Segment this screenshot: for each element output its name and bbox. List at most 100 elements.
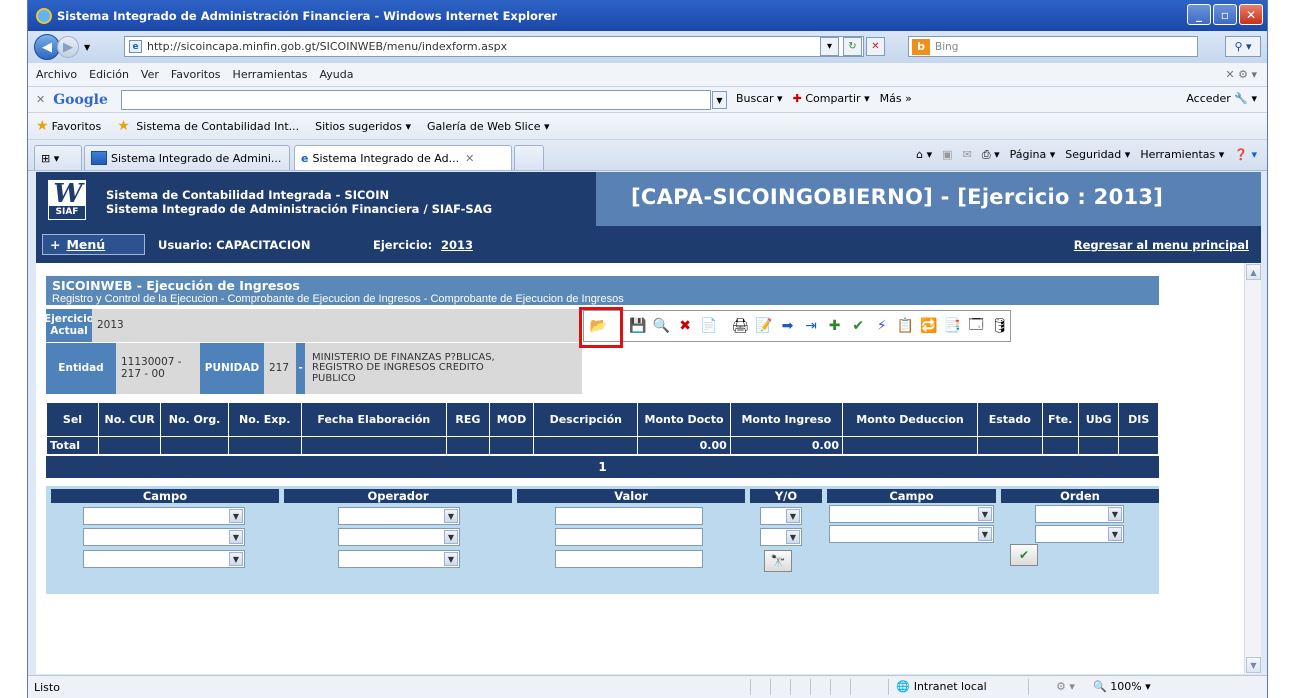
- search-button[interactable]: ⚲ ▾: [1225, 36, 1261, 57]
- zoom-level: 100%: [1110, 680, 1142, 693]
- campo2-select-2[interactable]: ▼: [829, 525, 994, 543]
- menubar-tools-icon[interactable]: ✕ ⚙ ▾: [1225, 68, 1257, 81]
- edit-icon[interactable]: 📝: [754, 315, 775, 337]
- delete-icon[interactable]: ✖: [675, 315, 696, 337]
- yo-select-1[interactable]: ▼: [760, 507, 802, 525]
- menu-archivo[interactable]: Archivo: [36, 68, 77, 81]
- app-menu-row: + Menú Usuario: CAPACITACION Ejercicio: …: [36, 226, 1261, 263]
- acceder-button[interactable]: Acceder 🔧 ▾: [1186, 92, 1257, 105]
- buscar-button[interactable]: Buscar ▾: [736, 92, 783, 105]
- fav-sitios-sugeridos[interactable]: Sitios sugeridos ▾: [315, 120, 411, 133]
- save-icon[interactable]: 💾: [628, 315, 649, 337]
- zoom-control[interactable]: 🔍 100% ▾: [1093, 680, 1151, 693]
- fav-galeria-web-slice[interactable]: Galería de Web Slice ▾: [427, 120, 550, 133]
- chevron-down-icon: ▼: [978, 527, 992, 541]
- tab-ie-icon: e: [301, 151, 309, 165]
- refresh-icon[interactable]: ↻: [843, 37, 862, 56]
- chevron-down-icon: ▼: [786, 509, 800, 523]
- menu-ver[interactable]: Ver: [141, 68, 159, 81]
- favorites-button[interactable]: ★ Favoritos: [36, 118, 101, 134]
- menu-ayuda[interactable]: Ayuda: [319, 68, 353, 81]
- campo-select-2[interactable]: ▼: [83, 528, 245, 546]
- col-fte: Fte.: [1041, 402, 1079, 437]
- security-zone[interactable]: 🌐 Intranet local: [896, 680, 987, 693]
- scroll-up-icon[interactable]: ▲: [1246, 264, 1261, 280]
- valor-input-3[interactable]: [555, 550, 703, 568]
- add-row-icon[interactable]: ✚: [824, 315, 845, 337]
- col-ubg: UbG: [1077, 402, 1120, 437]
- search-zoom-icon[interactable]: 🔍: [651, 315, 672, 337]
- scroll-down-icon[interactable]: ▼: [1246, 657, 1261, 673]
- url-dropdown-icon[interactable]: ▾: [820, 37, 839, 56]
- pagina-menu[interactable]: Página ▾: [1010, 148, 1056, 162]
- valor-input-1[interactable]: [555, 507, 703, 525]
- ejercicio-link[interactable]: 2013: [441, 238, 473, 252]
- status-separator: [810, 679, 811, 695]
- fav-sistema-label: Sistema de Contabilidad Int...: [136, 120, 300, 133]
- campo-select-3[interactable]: ▼: [83, 550, 245, 568]
- binoculars-search-button[interactable]: 🔭: [764, 550, 792, 572]
- close-button[interactable]: ✕: [1239, 4, 1263, 25]
- campo2-select-1[interactable]: ▼: [829, 505, 994, 523]
- quick-tabs-button[interactable]: ⊞ ▾: [34, 145, 82, 170]
- document-icon[interactable]: 📄: [698, 315, 719, 337]
- export-icon[interactable]: ⇥: [801, 315, 822, 337]
- compartir-button[interactable]: ✚ Compartir ▾: [793, 92, 870, 105]
- approve-icon[interactable]: ✔: [848, 315, 869, 337]
- help-icon[interactable]: ❓ ▾: [1234, 148, 1257, 162]
- campo-select-1[interactable]: ▼: [83, 507, 245, 525]
- menu-herramientas[interactable]: Herramientas: [233, 68, 308, 81]
- operador-select-2[interactable]: ▼: [338, 528, 460, 546]
- copy-icon[interactable]: 📋: [895, 315, 916, 337]
- print-icon[interactable]: ⎙ ▾: [982, 148, 1000, 162]
- url-input[interactable]: e http://sicoincapa.minfin.gob.gt/SICOIN…: [124, 36, 864, 57]
- operador-select-3[interactable]: ▼: [338, 550, 460, 568]
- next-icon[interactable]: ➡: [777, 315, 798, 337]
- panel-header: SICOINWEB - Ejecución de Ingresos Regist…: [46, 276, 1159, 305]
- maximize-button[interactable]: ▫: [1213, 4, 1237, 25]
- yo-select-2[interactable]: ▼: [760, 528, 802, 546]
- menu-edicion[interactable]: Edición: [89, 68, 129, 81]
- seguridad-menu[interactable]: Seguridad ▾: [1065, 148, 1130, 162]
- regresar-link[interactable]: Regresar al menu principal: [1074, 238, 1249, 252]
- valor-input-2[interactable]: [555, 528, 703, 546]
- orden-select-2[interactable]: ▼: [1035, 525, 1124, 543]
- tab-sistema-1[interactable]: Sistema Integrado de Admini...: [84, 145, 290, 170]
- search-input[interactable]: b Bing: [908, 36, 1198, 57]
- mas-button[interactable]: Más »: [880, 92, 912, 105]
- fav-sistema-contabilidad[interactable]: ★ Sistema de Contabilidad Int...: [117, 118, 299, 134]
- report-icon[interactable]: 📑: [942, 315, 963, 337]
- google-search-input[interactable]: [121, 90, 711, 110]
- protected-mode-icon[interactable]: ⚙ ▾: [1056, 680, 1075, 693]
- vertical-scrollbar[interactable]: ▲ ▼: [1244, 263, 1261, 674]
- forward-button[interactable]: ▶: [57, 36, 79, 58]
- minimize-button[interactable]: _: [1187, 4, 1211, 25]
- apply-order-button[interactable]: ✔: [1010, 544, 1038, 566]
- tab-close-icon[interactable]: ✕: [465, 152, 474, 165]
- window-icon[interactable]: 🗔: [966, 315, 987, 337]
- feeds-icon[interactable]: ▣: [942, 148, 952, 162]
- new-tab-button[interactable]: [514, 145, 544, 170]
- chevron-down-icon: ▼: [229, 552, 243, 566]
- herramientas-menu[interactable]: Herramientas ▾: [1140, 148, 1224, 162]
- seguridad-label: Seguridad: [1065, 148, 1122, 161]
- google-search-dropdown-icon[interactable]: ▼: [712, 91, 727, 109]
- tab-sistema-2[interactable]: e Sistema Integrado de Ad... ✕: [294, 145, 512, 170]
- siaf-logo-mark: W: [53, 179, 83, 209]
- history-dropdown-icon[interactable]: ▼: [84, 43, 90, 52]
- orden-select-1[interactable]: ▼: [1035, 505, 1124, 523]
- printer-icon[interactable]: 🖨: [730, 315, 751, 337]
- transfer-icon[interactable]: 🔁: [919, 315, 940, 337]
- home-icon[interactable]: ⌂ ▾: [916, 148, 932, 162]
- stop-icon[interactable]: ✕: [866, 37, 885, 56]
- lightning-icon[interactable]: ⚡: [872, 315, 893, 337]
- page-number-link[interactable]: 1: [598, 460, 606, 474]
- database-icon[interactable]: 🛢: [990, 315, 1011, 337]
- menu-favoritos[interactable]: Favoritos: [171, 68, 221, 81]
- menu-button-label: Menú: [66, 237, 106, 252]
- close-toolbar-icon[interactable]: ✕: [36, 93, 45, 106]
- operador-select-1[interactable]: ▼: [338, 507, 460, 525]
- col-dis: DIS: [1118, 402, 1159, 437]
- menu-button[interactable]: + Menú: [42, 234, 145, 255]
- mail-icon[interactable]: ✉: [963, 148, 972, 162]
